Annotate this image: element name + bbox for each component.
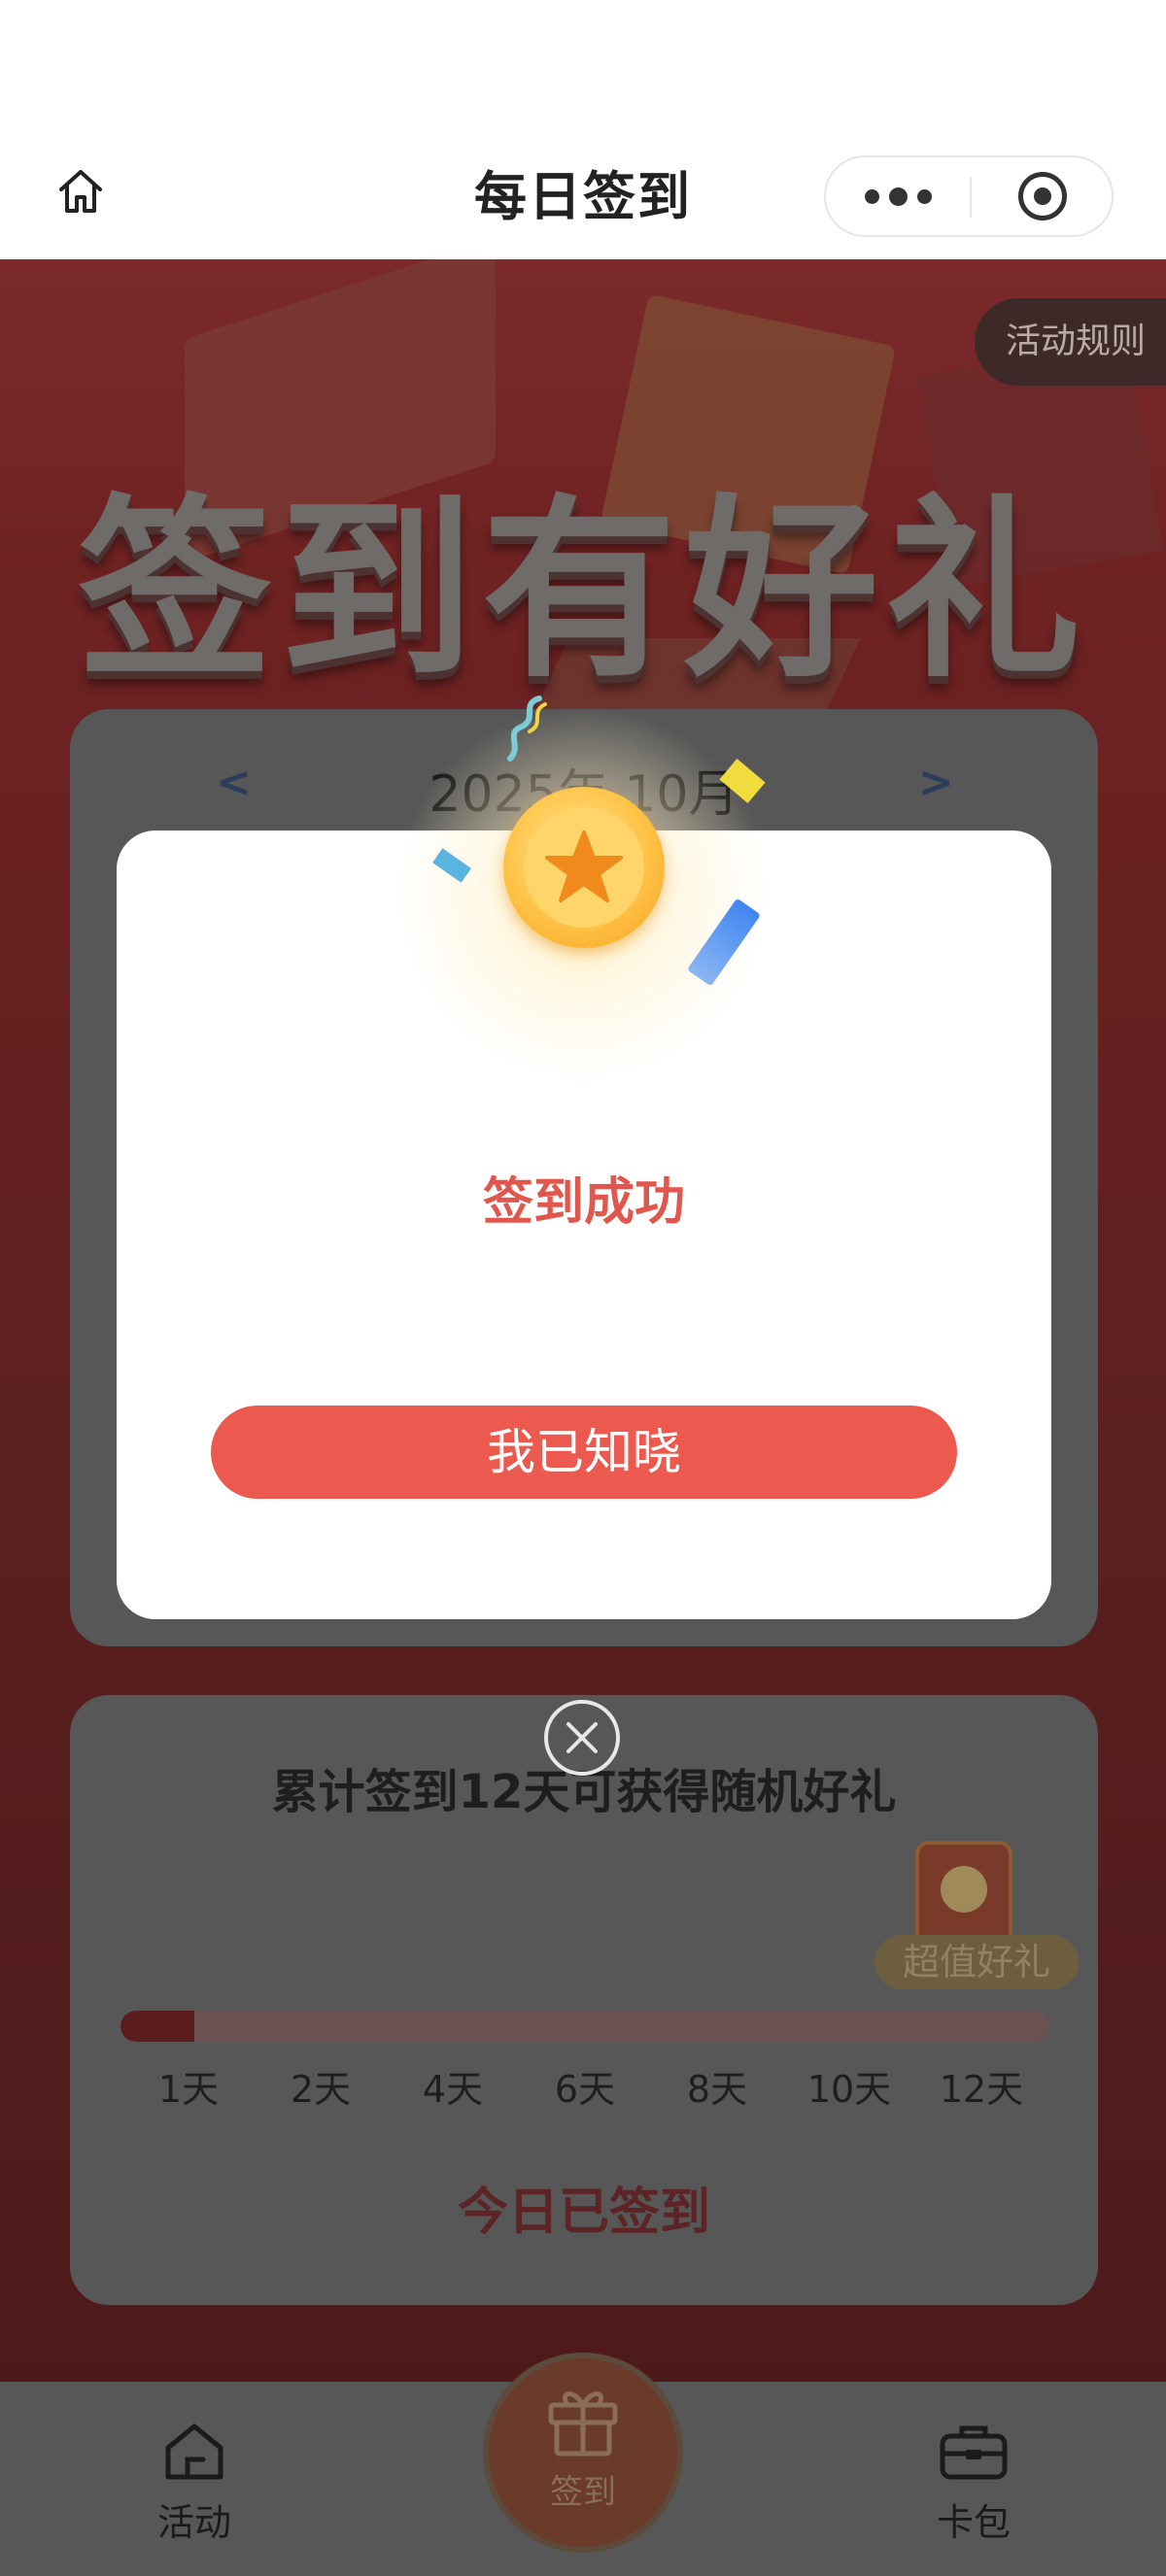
confetti-ribbon-icon bbox=[507, 695, 547, 762]
milestone-label: 6天 bbox=[554, 2068, 616, 2111]
wallet-icon bbox=[940, 2425, 1008, 2480]
activity-rules-button[interactable]: 活动规则 bbox=[975, 298, 1166, 386]
tab-activity[interactable]: 活动 bbox=[117, 2421, 272, 2546]
close-icon bbox=[566, 1722, 598, 1753]
exit-button[interactable] bbox=[972, 157, 1114, 235]
tab-checkin[interactable]: 签到 bbox=[483, 2353, 683, 2553]
more-dots-icon bbox=[864, 188, 879, 204]
milestone-label: 8天 bbox=[686, 2068, 748, 2111]
progress-bar-fill bbox=[120, 2011, 195, 2042]
star-icon bbox=[545, 830, 623, 902]
milestone-label: 2天 bbox=[290, 2068, 352, 2111]
milestone-label: 1天 bbox=[157, 2068, 220, 2111]
mini-program-capsule bbox=[824, 155, 1114, 237]
milestone-labels: 1天 2天 4天 6天 8天 10天 12天 bbox=[120, 2059, 1049, 2118]
milestone-label: 12天 bbox=[939, 2068, 1024, 2111]
tab-label: 活动 bbox=[156, 2501, 231, 2544]
gift-icon bbox=[548, 2391, 618, 2457]
tab-label: 签到 bbox=[550, 2473, 616, 2512]
banner-title: 签到有好礼 bbox=[77, 478, 1088, 704]
modal-close-button[interactable] bbox=[544, 1700, 620, 1776]
gift-badge: 超值好礼 bbox=[874, 1935, 1079, 1989]
tab-label: 卡包 bbox=[936, 2501, 1011, 2544]
signed-status: 今日已签到 bbox=[457, 2184, 710, 2242]
tab-wallet[interactable]: 卡包 bbox=[896, 2421, 1051, 2546]
next-month-button[interactable]: > bbox=[918, 758, 954, 807]
status-bar bbox=[0, 0, 1166, 146]
milestone-label: 10天 bbox=[806, 2068, 892, 2111]
more-button[interactable] bbox=[826, 157, 970, 235]
progress-card: 累计签到12天可获得随机好礼 超值好礼 1天 2天 4天 6天 8天 10天 12天 今日已… bbox=[70, 1695, 1098, 2305]
target-icon bbox=[1018, 172, 1067, 220]
home-icon bbox=[165, 2423, 223, 2480]
star-medal-icon bbox=[503, 787, 665, 948]
modal-title: 签到成功 bbox=[482, 1173, 685, 1232]
progress-bar bbox=[120, 2011, 1049, 2042]
nav-header: 每日签到 bbox=[0, 146, 1166, 259]
acknowledge-button[interactable]: 我已知晓 bbox=[211, 1406, 957, 1499]
milestone-label: 4天 bbox=[422, 2068, 484, 2111]
